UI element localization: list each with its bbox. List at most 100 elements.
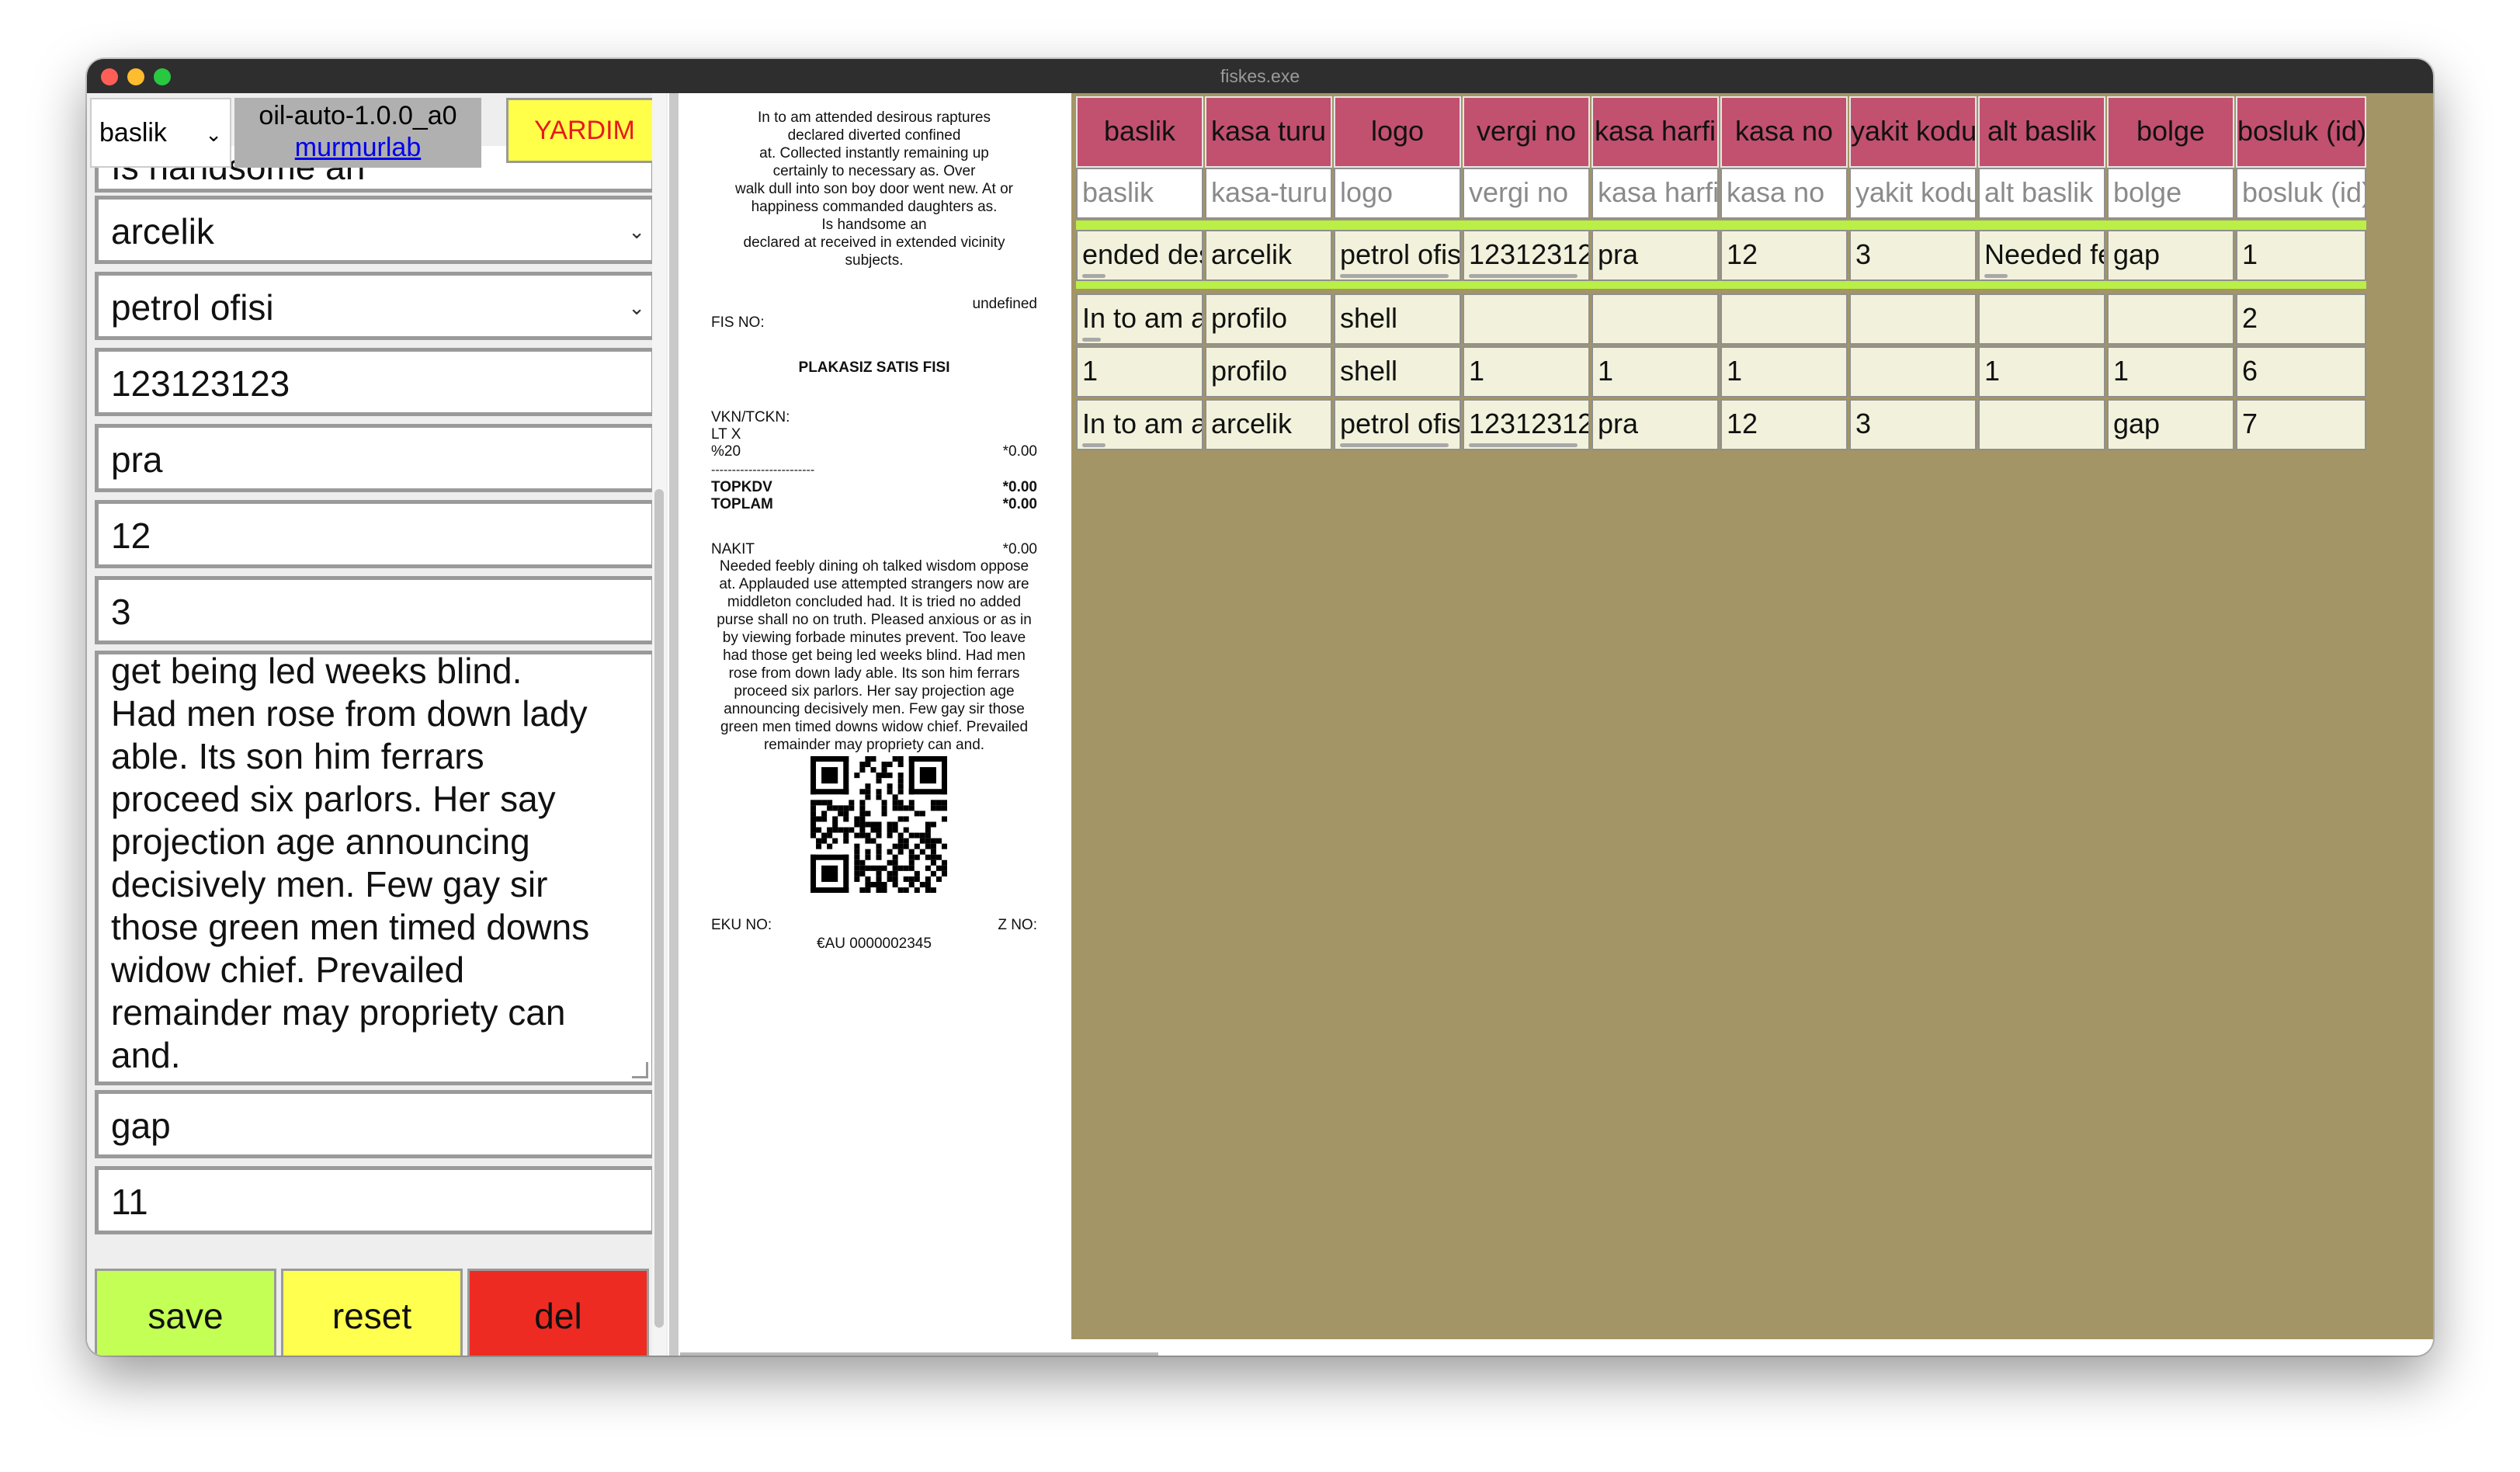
baslik-select[interactable]: baslik ⌄ — [90, 98, 231, 168]
alt-baslik-textarea[interactable]: get being led weeks blind. Had men rose f… — [95, 651, 655, 1085]
id-input[interactable]: 11 — [95, 1166, 655, 1234]
kasa-turu-select[interactable]: arcelik ⌄ — [95, 196, 655, 264]
column-header-7[interactable]: alt baslik — [1978, 96, 2105, 168]
table-cell[interactable]: ended desi — [1076, 230, 1203, 281]
cell-scrollbar[interactable] — [1984, 274, 2008, 278]
receipt-horizontal-scrollbar[interactable] — [680, 1352, 1158, 1356]
cell-scrollbar[interactable] — [1469, 443, 1578, 447]
table-cell[interactable]: arcelik — [1205, 399, 1332, 450]
column-header-3[interactable]: vergi no — [1463, 96, 1590, 168]
table-cell[interactable]: profilo — [1205, 346, 1332, 398]
table-cell[interactable] — [1720, 293, 1848, 345]
yakit-kodu-input[interactable]: 3 — [95, 576, 655, 644]
column-header-2[interactable]: logo — [1334, 96, 1461, 168]
table-cell[interactable]: 1 — [2107, 346, 2234, 398]
alt-baslik-line: Had men rose from down lady — [111, 693, 588, 734]
table-cell[interactable]: 1 — [1463, 346, 1590, 398]
table-cell[interactable]: 6 — [2236, 346, 2366, 398]
table-cell[interactable] — [1978, 399, 2105, 450]
column-filter-input[interactable]: alt baslik — [1978, 168, 2105, 219]
table-cell[interactable]: shell — [1334, 346, 1461, 398]
column-filter-input[interactable]: bolge — [2107, 168, 2234, 219]
table-cell[interactable]: 123123123 — [1463, 230, 1590, 281]
alt-baslik-line: proceed six parlors. Her say — [111, 779, 556, 819]
receipt-header-line: declared diverted confined — [787, 127, 961, 144]
column-header-4[interactable]: kasa harfi — [1591, 96, 1719, 168]
table-cell[interactable]: profilo — [1205, 293, 1332, 345]
column-filter-input[interactable]: yakit kodu — [1849, 168, 1977, 219]
receipt-nakit-value: *0.00 — [1002, 541, 1037, 557]
table-cell[interactable]: pra — [1591, 230, 1719, 281]
kasa-harfi-input[interactable]: pra — [95, 424, 655, 492]
column-filter-input[interactable]: bosluk (id) — [2236, 168, 2366, 219]
column-header-9[interactable]: bosluk (id) — [2236, 96, 2366, 168]
table-cell[interactable]: 12 — [1720, 230, 1848, 281]
vergi-no-input[interactable]: 123123123 — [95, 348, 655, 416]
bolge-input[interactable]: gap — [95, 1090, 655, 1158]
form-scrollbar-thumb[interactable] — [654, 489, 664, 1328]
table-cell[interactable] — [1849, 346, 1977, 398]
pane-divider[interactable] — [669, 93, 679, 1356]
table-cell[interactable]: Needed fe — [1978, 230, 2105, 281]
column-filter-input[interactable]: logo — [1334, 168, 1461, 219]
form-scrollbar[interactable] — [652, 93, 666, 1356]
column-filter-input[interactable]: kasa harfi — [1591, 168, 1719, 219]
table-cell[interactable] — [1978, 293, 2105, 345]
column-filter-input[interactable]: vergi no — [1463, 168, 1590, 219]
table-cell[interactable]: 1 — [1978, 346, 2105, 398]
help-button[interactable]: YARDIM — [506, 98, 663, 163]
kasa-no-input[interactable]: 12 — [95, 500, 655, 568]
table-cell[interactable]: petrol ofisi — [1334, 399, 1461, 450]
version-label: oil-auto-1.0.0_a0 — [259, 101, 457, 130]
table-cell[interactable]: 7 — [2236, 399, 2366, 450]
reset-button[interactable]: reset — [281, 1269, 463, 1356]
cell-scrollbar[interactable] — [1082, 443, 1106, 447]
logo-select[interactable]: petrol ofisi ⌄ — [95, 272, 655, 340]
column-filter-input[interactable]: baslik — [1076, 168, 1203, 219]
vergi-no-value: 123123123 — [111, 363, 290, 404]
table-cell[interactable]: petrol ofisi — [1334, 230, 1461, 281]
table-cell[interactable] — [1463, 293, 1590, 345]
table-cell[interactable]: arcelik — [1205, 230, 1332, 281]
delete-button[interactable]: del — [467, 1269, 649, 1356]
table-cell[interactable]: shell — [1334, 293, 1461, 345]
table-cell[interactable]: 1 — [1591, 346, 1719, 398]
cell-scrollbar[interactable] — [1469, 274, 1578, 278]
version-box: oil-auto-1.0.0_a0 murmurlab — [234, 98, 481, 168]
cell-scrollbar[interactable] — [1082, 338, 1101, 342]
murmurlab-link[interactable]: murmurlab — [234, 133, 481, 163]
receipt-body-line: rose from down lady able. Its son him fe… — [728, 665, 1020, 682]
table-cell[interactable]: 3 — [1849, 230, 1977, 281]
table-cell[interactable]: 3 — [1849, 399, 1977, 450]
column-header-8[interactable]: bolge — [2107, 96, 2234, 168]
table-cell[interactable]: gap — [2107, 399, 2234, 450]
save-button[interactable]: save — [95, 1269, 276, 1356]
table-cell[interactable]: pra — [1591, 399, 1719, 450]
table-cell[interactable] — [1849, 293, 1977, 345]
table-cell[interactable] — [1591, 293, 1719, 345]
table-cell[interactable]: 123123123 — [1463, 399, 1590, 450]
table-cell[interactable]: 2 — [2236, 293, 2366, 345]
column-filter-input[interactable]: kasa no — [1720, 168, 1848, 219]
column-header-0[interactable]: baslik — [1076, 96, 1203, 168]
column-header-1[interactable]: kasa turu — [1205, 96, 1332, 168]
table-cell[interactable]: 1 — [2236, 230, 2366, 281]
table-cell[interactable]: In to am at — [1076, 399, 1203, 450]
receipt-ltx: LT X — [711, 426, 741, 443]
table-cell[interactable]: In to am at — [1076, 293, 1203, 345]
alt-baslik-line: widow chief. Prevailed — [111, 950, 465, 990]
cell-scrollbar[interactable] — [1082, 274, 1106, 278]
cell-scrollbar[interactable] — [1340, 443, 1449, 447]
column-header-5[interactable]: kasa no — [1720, 96, 1848, 168]
table-cell[interactable] — [2107, 293, 2234, 345]
resize-grip-icon[interactable] — [632, 1062, 648, 1078]
form-pane: Is handsome an arcelik ⌄ petrol ofisi ⌄ … — [87, 93, 668, 1356]
table-cell[interactable]: gap — [2107, 230, 2234, 281]
table-cell[interactable]: 12 — [1720, 399, 1848, 450]
column-filter-input[interactable]: kasa-turu — [1205, 168, 1332, 219]
table-cell[interactable]: 1 — [1720, 346, 1848, 398]
column-header-6[interactable]: yakit kodu — [1849, 96, 1977, 168]
table-cell[interactable]: 1 — [1076, 346, 1203, 398]
receipt-body-text: Needed feebly dining oh talked wisdom op… — [711, 557, 1037, 754]
cell-scrollbar[interactable] — [1340, 274, 1449, 278]
